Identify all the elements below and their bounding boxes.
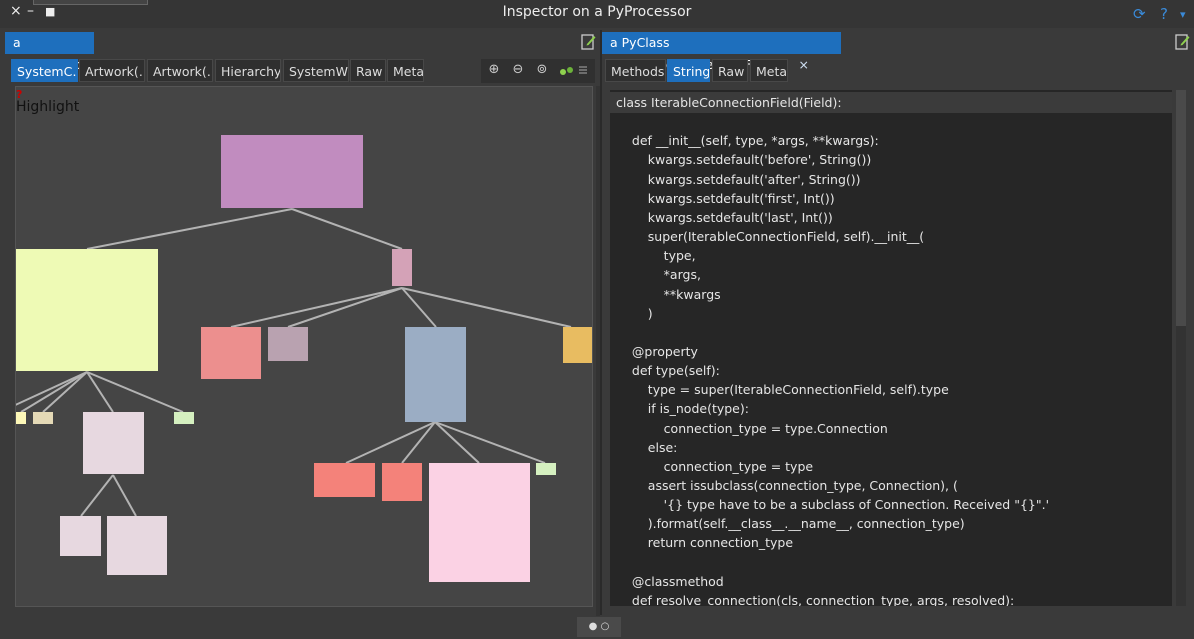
node-mauve[interactable] xyxy=(268,327,308,361)
node-lavender-small[interactable] xyxy=(60,516,101,556)
tree-visualization[interactable] xyxy=(16,87,592,606)
help-icon[interactable]: ? xyxy=(1160,5,1168,23)
tab-systemc[interactable]: SystemC… xyxy=(11,59,78,82)
node-lavender-right[interactable] xyxy=(107,516,167,575)
code-line: if is_node(type): xyxy=(616,401,749,417)
source-code-view[interactable]: class IterableConnectionField(Field): de… xyxy=(610,90,1172,606)
code-line: connection_type = type xyxy=(616,458,814,474)
code-line: def type(self): xyxy=(616,363,720,379)
tab-systemw[interactable]: SystemW… xyxy=(283,59,349,82)
tab-meta[interactable]: Meta xyxy=(387,59,424,82)
code-scrollbar-thumb[interactable] xyxy=(1176,90,1186,326)
title-bar: × – ■ Inspector on a PyProcessor ⟳ ? ▾ xyxy=(0,0,1194,28)
node-lavender-mid[interactable] xyxy=(83,412,144,474)
code-line: super(IterableConnectionField, self).__i… xyxy=(616,229,925,245)
right-tab-bar: Methods String Raw Meta xyxy=(604,59,904,83)
highlight-label[interactable]: Highlight xyxy=(16,99,79,115)
node-pink-small[interactable] xyxy=(392,249,412,286)
code-line: *args, xyxy=(616,267,701,283)
tab-string[interactable]: String xyxy=(667,59,710,82)
right-pane-title-tab[interactable]: a PyClass (<IterableConnectionField>)× xyxy=(602,32,841,72)
node-red[interactable] xyxy=(201,327,261,379)
tab-raw-right[interactable]: Raw xyxy=(712,59,748,82)
visualization-canvas[interactable]: ? Highlight xyxy=(15,86,593,607)
tab-artwork-1[interactable]: Artwork(… xyxy=(79,59,145,82)
code-line: **kwargs xyxy=(616,286,721,302)
node-left-big[interactable] xyxy=(16,249,158,371)
node-orange[interactable] xyxy=(563,327,592,363)
code-line: kwargs.setdefault('first', Int()) xyxy=(616,190,835,206)
code-line: kwargs.setdefault('before', String()) xyxy=(616,152,872,168)
tab-artwork-2[interactable]: Artwork(… xyxy=(147,59,213,82)
edit-icon[interactable] xyxy=(581,33,596,50)
tab-raw[interactable]: Raw xyxy=(350,59,386,82)
code-line: '{} type have to be a subclass of Connec… xyxy=(616,497,1050,513)
node-root[interactable] xyxy=(221,135,363,208)
zoom-fit-icon[interactable]: ⊚ xyxy=(533,61,551,79)
code-line: kwargs.setdefault('after', String()) xyxy=(616,171,861,187)
pane-divider[interactable] xyxy=(600,30,602,615)
tree-nodes xyxy=(16,135,592,582)
node-beige-tiny[interactable] xyxy=(33,412,53,424)
code-line: ).format(self.__class__.__name__, connec… xyxy=(616,516,965,532)
code-scrollbar[interactable] xyxy=(1176,90,1186,606)
refresh-icon[interactable]: ⟳ xyxy=(1133,5,1146,23)
window-title: Inspector on a PyProcessor xyxy=(502,4,692,20)
menu-arrow-icon[interactable]: ▾ xyxy=(1180,8,1186,21)
zoom-out-icon[interactable]: ⊖ xyxy=(509,61,527,79)
code-line: kwargs.setdefault('last', Int()) xyxy=(616,209,833,225)
left-pane-title-tab[interactable]: a PyProcessor xyxy=(5,32,94,72)
code-line: else: xyxy=(616,439,678,455)
node-yellow-tiny[interactable] xyxy=(16,412,26,424)
code-line: ) xyxy=(616,305,653,321)
tab-meta-right[interactable]: Meta xyxy=(750,59,788,82)
code-line: def resolve_connection(cls, connection_t… xyxy=(616,592,1015,606)
code-line: connection_type = type.Connection xyxy=(616,420,888,436)
zoom-in-icon[interactable]: ⊕ xyxy=(485,61,503,79)
code-line: class IterableConnectionField(Field): xyxy=(616,95,842,110)
layout-options-icon[interactable] xyxy=(558,63,588,77)
left-pane-scrollbar[interactable] xyxy=(596,86,600,616)
code-line: type, xyxy=(616,248,696,264)
tab-methods[interactable]: Methods xyxy=(605,59,666,82)
edit-icon-right[interactable] xyxy=(1175,33,1190,50)
code-line: type = super(IterableConnectionField, se… xyxy=(616,382,949,398)
code-line: def __init__(self, type, *args, **kwargs… xyxy=(616,133,879,149)
code-line: return connection_type xyxy=(616,535,794,551)
node-pink-big[interactable] xyxy=(429,463,530,582)
left-tab-bar: SystemC… Artwork(… Artwork(… Hierarchy S… xyxy=(10,59,490,83)
node-green-tiny-right[interactable] xyxy=(536,463,556,475)
node-salmon-2[interactable] xyxy=(382,463,422,501)
page-indicator[interactable]: ● ○ xyxy=(577,617,621,637)
tab-hierarchy[interactable]: Hierarchy xyxy=(215,59,281,82)
node-blue[interactable] xyxy=(405,327,466,422)
node-green-tiny-left[interactable] xyxy=(174,412,194,424)
node-salmon-1[interactable] xyxy=(314,463,375,497)
code-line: @classmethod xyxy=(616,573,724,589)
code-line: @property xyxy=(616,343,698,359)
code-line: assert issubclass(connection_type, Conne… xyxy=(616,478,958,493)
